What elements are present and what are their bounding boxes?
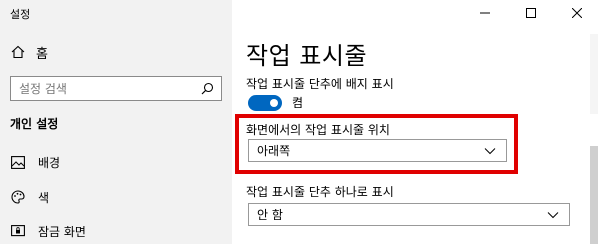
badge-setting-label: 작업 표시줄 단추에 배지 표시	[246, 77, 394, 91]
chevron-down-icon	[482, 143, 498, 159]
window-controls	[462, 0, 600, 26]
dropdown-value: 안 함	[257, 208, 283, 222]
sidebar-item-label: 잠금 화면	[38, 224, 86, 239]
sidebar-item-label: 홈	[36, 46, 48, 62]
toggle-knob	[270, 98, 278, 107]
image-icon	[10, 154, 26, 170]
search-placeholder: 설정 검색	[19, 82, 67, 96]
badge-toggle[interactable]	[248, 94, 282, 111]
toggle-state-label: 켬	[292, 96, 304, 110]
minimize-icon	[477, 5, 493, 21]
sidebar-item-colors[interactable]: 색	[10, 187, 49, 207]
sidebar-item-label: 배경	[38, 155, 61, 170]
scrollbar-thumb[interactable]	[590, 146, 598, 244]
lock-screen-icon	[10, 223, 26, 239]
scrollbar-track	[590, 34, 598, 114]
sidebar-item-background[interactable]: 배경	[10, 152, 60, 172]
minimize-button[interactable]	[462, 0, 508, 26]
badge-toggle-row: 켬	[248, 94, 303, 111]
section-title: 개인 설정	[10, 117, 59, 131]
close-button[interactable]	[554, 0, 600, 26]
combine-dropdown[interactable]: 안 함	[248, 203, 570, 226]
maximize-button[interactable]	[508, 0, 554, 26]
search-icon[interactable]	[199, 81, 215, 97]
page-title: 작업 표시줄	[246, 42, 368, 70]
sidebar: 설정 홈 설정 검색 개인 설정 배경 색 잠금 화면	[0, 0, 232, 244]
search-input[interactable]: 설정 검색	[10, 76, 222, 101]
chevron-down-icon	[545, 207, 561, 223]
dropdown-value: 아래쪽	[257, 144, 291, 158]
location-setting-label: 화면에서의 작업 표시줄 위치	[246, 123, 390, 137]
sidebar-item-lock-screen[interactable]: 잠금 화면	[10, 221, 86, 241]
maximize-icon	[523, 5, 539, 21]
sidebar-item-home[interactable]: 홈	[10, 42, 48, 62]
close-icon	[569, 5, 585, 21]
home-icon	[10, 44, 26, 60]
palette-icon	[10, 189, 26, 205]
combine-setting-label: 작업 표시줄 단추 하나로 표시	[246, 185, 394, 199]
main-content: 작업 표시줄 작업 표시줄 단추에 배지 표시 켬 화면에서의 작업 표시줄 위…	[232, 0, 600, 244]
location-dropdown[interactable]: 아래쪽	[248, 139, 507, 162]
sidebar-item-label: 색	[38, 190, 50, 205]
app-title: 설정	[10, 8, 31, 21]
